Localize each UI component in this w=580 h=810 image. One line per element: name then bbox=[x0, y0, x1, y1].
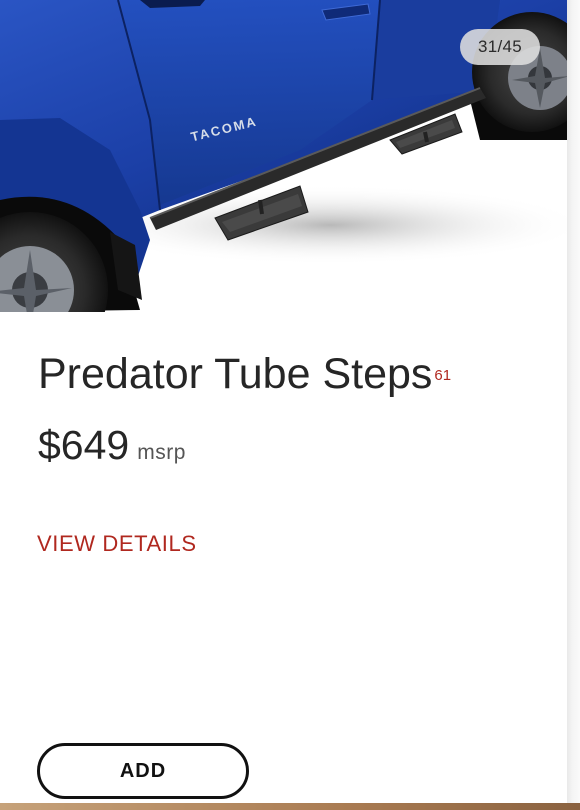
footnote-marker[interactable]: 61 bbox=[434, 367, 451, 384]
image-counter-badge: 31/45 bbox=[460, 29, 540, 65]
bottom-divider bbox=[0, 803, 580, 810]
product-price: $649 bbox=[38, 422, 130, 468]
add-button[interactable]: ADD bbox=[37, 743, 249, 799]
scroll-edge bbox=[567, 0, 580, 810]
view-details-link[interactable]: VIEW DETAILS bbox=[37, 531, 197, 557]
price-suffix: msrp bbox=[137, 441, 186, 464]
product-image[interactable]: TACOMA 31/45 bbox=[0, 0, 567, 312]
product-title-text: Predator Tube Steps bbox=[38, 350, 433, 398]
product-title: Predator Tube Steps 61 bbox=[38, 348, 451, 400]
product-card: TACOMA 31/45 Predator Tube Steps 61 $649… bbox=[0, 0, 567, 810]
price-row: $649 msrp bbox=[38, 420, 186, 470]
